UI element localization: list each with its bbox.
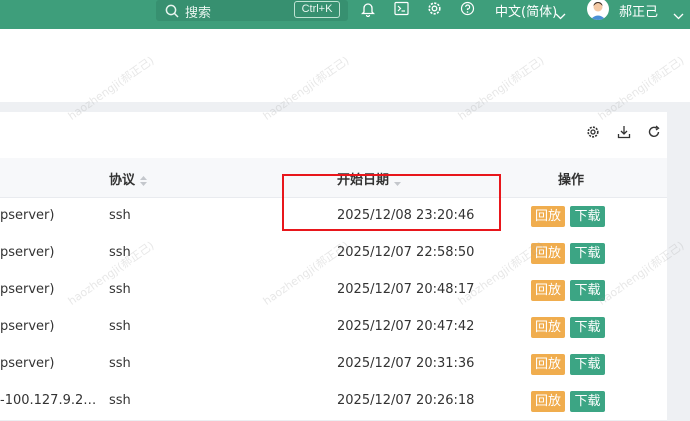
table-row: pserver) ssh 2025/12/07 20:47:42 回放 下载 [0,309,667,347]
sort-icon[interactable] [139,172,148,191]
help-icon[interactable] [460,1,475,20]
terminal-icon[interactable] [394,1,409,20]
protocol-cell: ssh [109,356,131,371]
bell-icon[interactable] [360,1,376,21]
download-button[interactable]: 下载 [570,317,605,338]
protocol-cell: ssh [109,319,131,334]
refresh-icon[interactable] [647,124,661,143]
search-placeholder: 搜索 [185,6,212,21]
search-shortcut: Ctrl+K [294,1,340,18]
asset-cell: pserver) [0,356,55,371]
protocol-cell: ssh [109,393,131,408]
table-row: pserver) ssh 2025/12/07 20:31:36 回放 下载 [0,346,667,384]
search-box[interactable]: 搜索 Ctrl+K [156,0,348,21]
asset-cell: pserver) [0,245,55,260]
settings-icon[interactable] [586,124,600,143]
start-date-cell: 2025/12/07 20:47:42 [337,319,475,334]
start-date-cell: 2025/12/07 22:58:50 [337,245,475,260]
download-icon[interactable] [617,124,631,143]
chevron-down-icon [673,5,684,24]
chevron-down-icon [555,5,566,24]
play-button[interactable]: 回放 [531,280,565,301]
avatar[interactable] [587,0,609,20]
search-icon [165,3,179,22]
username[interactable]: 郝正己 [619,1,658,20]
language-selector[interactable]: 中文(简体) [495,1,557,20]
table-row: -100.127.9.2… ssh 2025/12/07 20:26:18 回放… [0,383,667,421]
highlight-box [282,174,501,231]
play-button[interactable]: 回放 [531,206,565,227]
start-date-cell: 2025/12/07 20:31:36 [337,356,475,371]
gear-icon[interactable] [427,1,442,20]
play-button[interactable]: 回放 [531,317,565,338]
asset-cell: pserver) [0,208,55,223]
top-bar: 搜索 Ctrl+K 中文(简体) 郝正己 [0,0,690,29]
download-button[interactable]: 下载 [570,206,605,227]
download-button[interactable]: 下载 [570,243,605,264]
protocol-cell: ssh [109,208,131,223]
asset-cell: pserver) [0,282,55,297]
column-protocol[interactable]: 协议 [109,169,135,188]
asset-cell: pserver) [0,319,55,334]
start-date-cell: 2025/12/07 20:26:18 [337,393,475,408]
column-actions: 操作 [558,173,585,188]
download-button[interactable]: 下载 [570,354,605,375]
asset-cell: -100.127.9.2… [0,393,97,408]
protocol-cell: ssh [109,282,131,297]
play-button[interactable]: 回放 [531,354,565,375]
